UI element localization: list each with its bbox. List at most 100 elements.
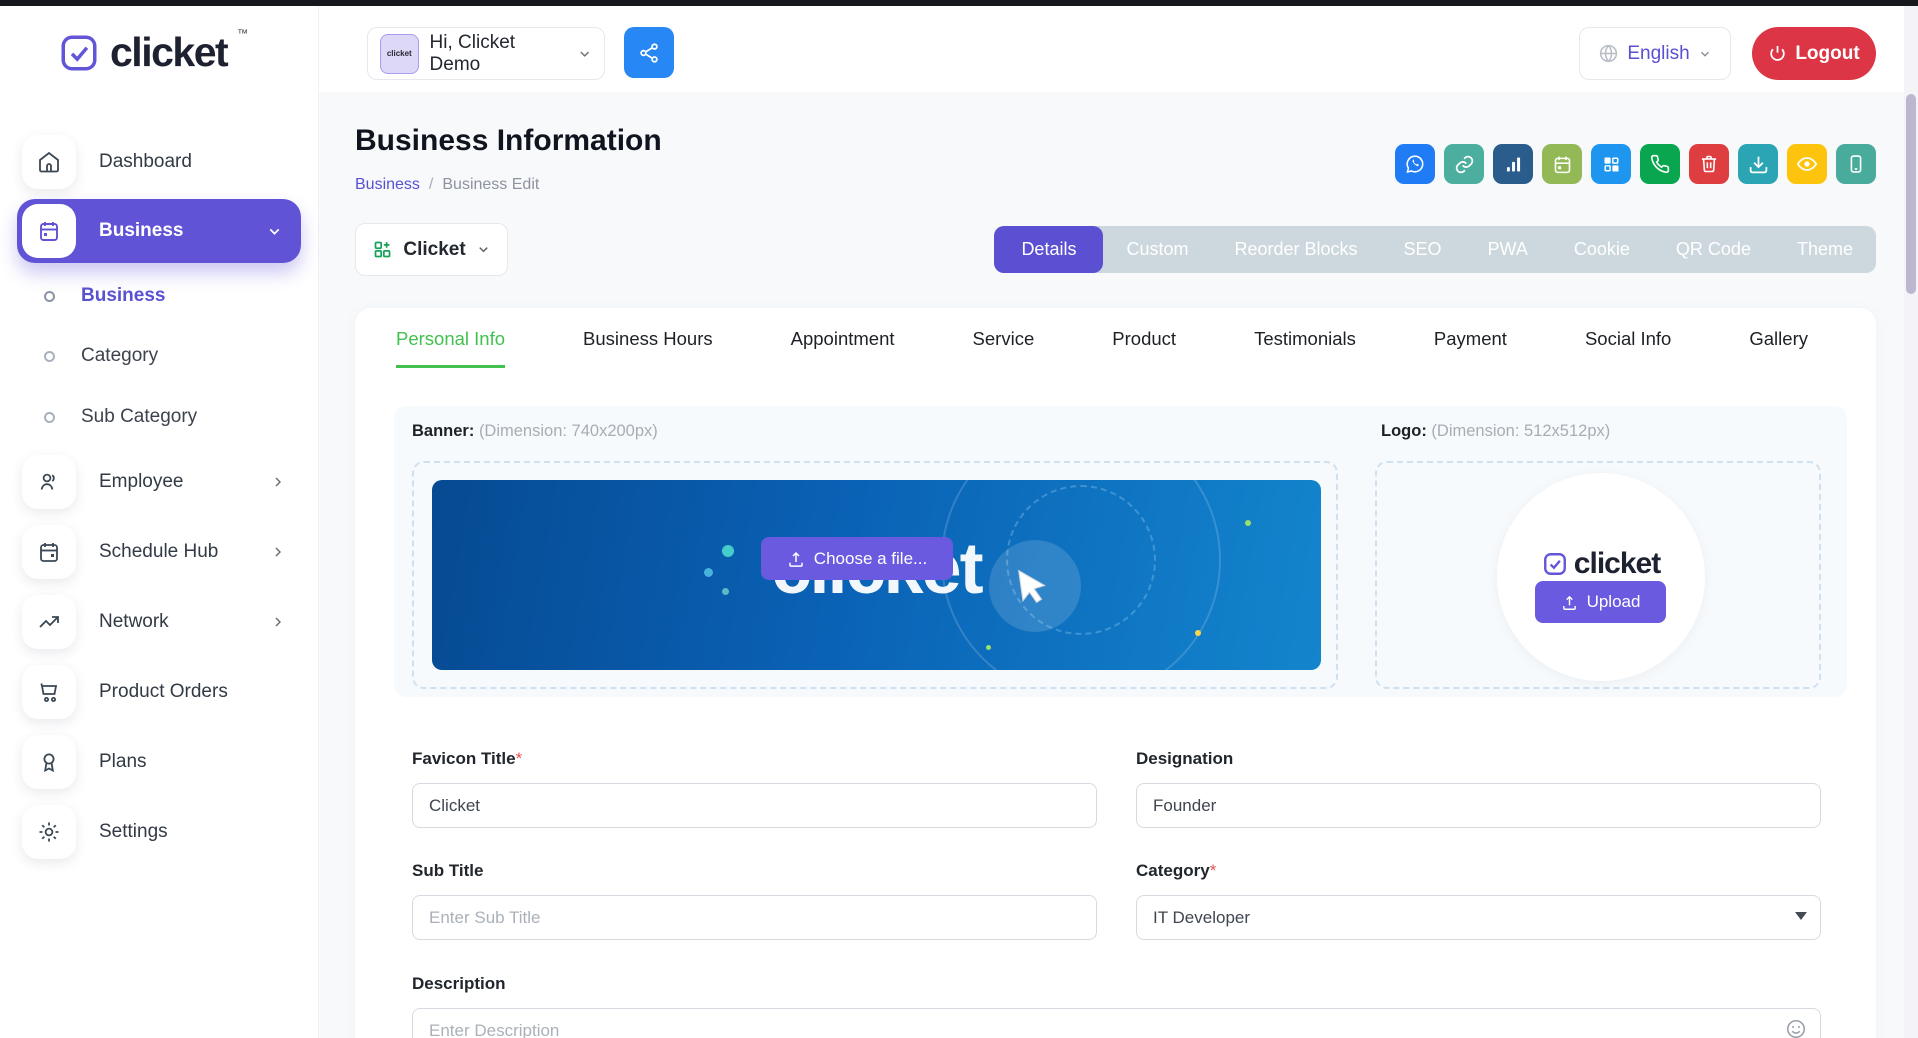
phone-button[interactable] xyxy=(1640,144,1680,184)
bullet-icon xyxy=(44,411,55,423)
preview-button[interactable] xyxy=(1787,144,1827,184)
category-select[interactable]: IT Developer xyxy=(1136,895,1821,940)
brand-trademark: ™ xyxy=(237,28,249,40)
download-button[interactable] xyxy=(1738,144,1778,184)
breadcrumb: Business / Business Edit xyxy=(355,176,539,194)
designation-input[interactable] xyxy=(1136,783,1821,828)
delete-button[interactable] xyxy=(1689,144,1729,184)
user-greeting: Hi, Clicket Demo xyxy=(429,31,516,75)
user-menu-button[interactable]: clicket Hi, Clicket Demo xyxy=(367,27,605,80)
logo-upload-button[interactable]: Upload xyxy=(1535,581,1666,623)
language-selector[interactable]: English xyxy=(1579,27,1731,80)
breadcrumb-business-link[interactable]: Business xyxy=(355,176,420,194)
tab-pwa[interactable]: PWA xyxy=(1465,226,1551,273)
logo-dimension-text: (Dimension: 512x512px) xyxy=(1431,422,1611,440)
description-field-wrap xyxy=(412,1008,1821,1038)
logo-brand: clicket xyxy=(1497,547,1705,581)
brand-check-icon xyxy=(1543,553,1566,575)
cart-icon xyxy=(40,683,58,702)
user-avatar: clicket xyxy=(380,33,419,74)
tab-reorder-blocks[interactable]: Reorder Blocks xyxy=(1211,226,1380,273)
chevron-right-icon xyxy=(275,477,282,487)
upload-icon xyxy=(1562,595,1576,610)
sidebar-item-label: Schedule Hub xyxy=(99,541,219,562)
subtab-product[interactable]: Product xyxy=(1112,328,1176,368)
sidebar-item-schedule-hub[interactable]: Schedule Hub xyxy=(22,525,300,579)
logout-button[interactable]: Logout xyxy=(1752,27,1876,80)
mobile-view-button[interactable] xyxy=(1836,144,1876,184)
chevron-down-icon xyxy=(478,247,488,253)
trash-icon xyxy=(1701,155,1717,173)
sub-title-input[interactable] xyxy=(412,895,1097,940)
business-selector-dropdown[interactable]: Clicket xyxy=(355,223,508,276)
scrollbar-thumb[interactable] xyxy=(1906,94,1916,294)
subtab-gallery[interactable]: Gallery xyxy=(1749,328,1808,368)
page-scrollbar[interactable] xyxy=(1904,6,1918,1038)
eye-icon xyxy=(1796,157,1818,171)
sidebar-item-label: Business xyxy=(99,220,184,241)
banner-label: Banner: (Dimension: 740x200px) xyxy=(412,422,658,441)
sidebar-item-business[interactable]: Business xyxy=(17,199,301,263)
link-button[interactable] xyxy=(1444,144,1484,184)
sidebar-item-product-orders[interactable]: Product Orders xyxy=(22,665,300,719)
subtab-social-info[interactable]: Social Info xyxy=(1585,328,1671,368)
sidebar-item-label: Plans xyxy=(99,751,147,772)
people-icon xyxy=(40,473,55,490)
tab-theme[interactable]: Theme xyxy=(1774,226,1876,273)
trending-up-icon xyxy=(39,616,59,628)
description-textarea[interactable] xyxy=(412,1008,1821,1038)
logo-dropzone[interactable]: clicket Upload xyxy=(1375,461,1821,689)
banner-decor-dot xyxy=(986,645,991,650)
upload-icon xyxy=(789,551,803,567)
whatsapp-button[interactable] xyxy=(1395,144,1435,184)
sidebar-item-dashboard[interactable]: Dashboard xyxy=(22,135,300,189)
share-nodes-icon xyxy=(640,42,658,63)
analytics-button[interactable] xyxy=(1493,144,1533,184)
sidebar-item-employee[interactable]: Employee xyxy=(22,455,300,509)
subtab-testimonials[interactable]: Testimonials xyxy=(1254,328,1356,368)
choose-file-button[interactable]: Choose a file... xyxy=(761,537,953,580)
share-button[interactable] xyxy=(624,27,674,78)
mobile-icon xyxy=(1850,155,1862,173)
sidebar-subitem-business[interactable]: Business xyxy=(44,281,165,311)
subtab-appointment[interactable]: Appointment xyxy=(791,328,895,368)
tab-qr-code[interactable]: QR Code xyxy=(1653,226,1774,273)
qr-grid-icon xyxy=(1603,156,1618,171)
download-icon xyxy=(1749,156,1767,173)
avatar-brand-text: clicket xyxy=(386,49,412,58)
banner-dropzone[interactable]: clicket Choose a file... xyxy=(412,461,1338,689)
sidebar-subitem-sub-category[interactable]: Sub Category xyxy=(44,402,197,432)
phone-icon xyxy=(1650,154,1670,174)
sidebar-item-settings[interactable]: Settings xyxy=(22,805,300,859)
favicon-title-label: Favicon Title* xyxy=(412,749,523,768)
subtab-payment[interactable]: Payment xyxy=(1434,328,1507,368)
sidebar-subitem-label: Category xyxy=(81,345,159,366)
subtab-personal-info[interactable]: Personal Info xyxy=(396,328,506,368)
chevron-right-icon xyxy=(275,547,282,557)
sidebar-item-network[interactable]: Network xyxy=(22,595,300,649)
logo-brand-text: clicket xyxy=(1573,547,1661,580)
calendar-button[interactable] xyxy=(1542,144,1582,184)
subtab-service[interactable]: Service xyxy=(973,328,1035,368)
tab-cookie[interactable]: Cookie xyxy=(1551,226,1653,273)
subtab-business-hours[interactable]: Business Hours xyxy=(583,328,713,368)
business-info-card: Personal Info Business Hours Appointment… xyxy=(355,308,1876,1038)
sidebar-item-label: Employee xyxy=(99,471,184,492)
banner-dimension-text: (Dimension: 740x200px) xyxy=(478,422,658,440)
home-icon xyxy=(39,151,59,173)
sidebar-subitem-category[interactable]: Category xyxy=(44,341,158,371)
sidebar-item-plans[interactable]: Plans xyxy=(22,735,300,789)
description-label: Description xyxy=(412,974,506,993)
globe-icon xyxy=(1600,44,1618,63)
top-tab-bar: Details Custom Reorder Blocks SEO PWA Co… xyxy=(994,226,1876,273)
tab-seo[interactable]: SEO xyxy=(1381,226,1465,273)
bullet-icon xyxy=(44,350,55,362)
tab-custom[interactable]: Custom xyxy=(1103,226,1211,273)
favicon-title-input[interactable] xyxy=(412,783,1097,828)
qr-grid-button[interactable] xyxy=(1591,144,1631,184)
tab-details[interactable]: Details xyxy=(994,226,1104,273)
main-content: Business Information Business / Business… xyxy=(318,92,1918,1038)
sidebar-subitem-label: Business xyxy=(81,285,166,306)
emoji-picker-button[interactable] xyxy=(1785,1018,1807,1038)
smiley-icon xyxy=(1786,1019,1806,1038)
